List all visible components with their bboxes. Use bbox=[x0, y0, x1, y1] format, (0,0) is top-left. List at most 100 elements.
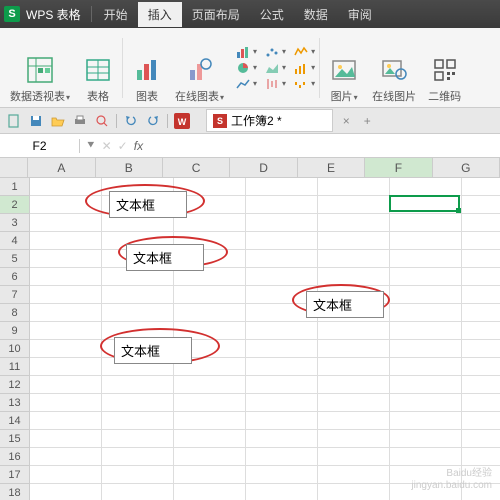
chart-button[interactable]: 图表 bbox=[127, 32, 167, 104]
cell[interactable] bbox=[318, 448, 390, 466]
cell[interactable] bbox=[462, 394, 500, 412]
cell[interactable] bbox=[102, 376, 174, 394]
menu-tab-layout[interactable]: 页面布局 bbox=[182, 2, 250, 27]
cell[interactable] bbox=[462, 268, 500, 286]
row-header[interactable]: 16 bbox=[0, 448, 30, 466]
picture-button[interactable]: 图片▾ bbox=[324, 32, 364, 104]
cell[interactable] bbox=[318, 322, 390, 340]
row-header[interactable]: 15 bbox=[0, 430, 30, 448]
add-tab-button[interactable]: + bbox=[360, 114, 375, 128]
cell[interactable] bbox=[174, 394, 246, 412]
cell[interactable] bbox=[318, 466, 390, 484]
fx-confirm-icon[interactable]: ✓ bbox=[118, 139, 128, 153]
text-box[interactable]: 文本框 bbox=[109, 191, 187, 218]
cell[interactable] bbox=[30, 448, 102, 466]
cell[interactable] bbox=[30, 430, 102, 448]
column-header[interactable]: A bbox=[28, 158, 95, 178]
wps-logo-icon[interactable]: W bbox=[174, 113, 190, 129]
cell[interactable] bbox=[462, 232, 500, 250]
cell[interactable] bbox=[246, 466, 318, 484]
cell[interactable] bbox=[246, 484, 318, 500]
row-header[interactable]: 12 bbox=[0, 376, 30, 394]
cell[interactable] bbox=[30, 466, 102, 484]
text-box[interactable]: 文本框 bbox=[306, 291, 384, 318]
cell[interactable] bbox=[318, 214, 390, 232]
cell[interactable] bbox=[318, 376, 390, 394]
new-icon[interactable] bbox=[6, 113, 22, 129]
cell[interactable] bbox=[462, 322, 500, 340]
cell[interactable] bbox=[30, 412, 102, 430]
cell[interactable] bbox=[390, 394, 462, 412]
cell[interactable] bbox=[30, 196, 102, 214]
menu-tab-formula[interactable]: 公式 bbox=[250, 2, 294, 27]
open-icon[interactable] bbox=[50, 113, 66, 129]
column-header[interactable]: E bbox=[298, 158, 365, 178]
cell[interactable] bbox=[318, 340, 390, 358]
redo-icon[interactable] bbox=[145, 113, 161, 129]
fx-label[interactable]: fx bbox=[134, 139, 143, 153]
cell[interactable] bbox=[174, 412, 246, 430]
cell[interactable] bbox=[318, 268, 390, 286]
cell[interactable] bbox=[390, 196, 462, 214]
sparkline-small[interactable]: ▾ bbox=[294, 45, 315, 59]
cell[interactable] bbox=[318, 250, 390, 268]
cell[interactable] bbox=[246, 322, 318, 340]
cell[interactable] bbox=[102, 286, 174, 304]
cell[interactable] bbox=[390, 232, 462, 250]
column-header[interactable]: F bbox=[365, 158, 432, 178]
column-header[interactable]: G bbox=[433, 158, 500, 178]
column-header[interactable]: B bbox=[96, 158, 163, 178]
cells-area[interactable]: 文本框文本框文本框文本框 bbox=[30, 178, 500, 500]
cell[interactable] bbox=[462, 376, 500, 394]
cell[interactable] bbox=[318, 358, 390, 376]
online-chart-button[interactable]: 在线图表▾ bbox=[171, 32, 228, 104]
cell[interactable] bbox=[174, 376, 246, 394]
qrcode-button[interactable]: 二维码 bbox=[424, 32, 465, 104]
cell[interactable] bbox=[390, 376, 462, 394]
cell[interactable] bbox=[246, 448, 318, 466]
cell[interactable] bbox=[102, 304, 174, 322]
cell[interactable] bbox=[174, 448, 246, 466]
cell[interactable] bbox=[246, 250, 318, 268]
name-box[interactable]: F2 bbox=[0, 139, 80, 153]
cell[interactable] bbox=[462, 430, 500, 448]
cell[interactable] bbox=[318, 178, 390, 196]
menu-tab-review[interactable]: 审阅 bbox=[338, 2, 382, 27]
cell[interactable] bbox=[30, 358, 102, 376]
cell[interactable] bbox=[30, 304, 102, 322]
cell[interactable] bbox=[246, 178, 318, 196]
row-header[interactable]: 9 bbox=[0, 322, 30, 340]
cell[interactable] bbox=[246, 214, 318, 232]
row-header[interactable]: 8 bbox=[0, 304, 30, 322]
cell[interactable] bbox=[246, 268, 318, 286]
save-icon[interactable] bbox=[28, 113, 44, 129]
column-spark-small[interactable]: ▾ bbox=[294, 61, 315, 75]
cell[interactable] bbox=[462, 196, 500, 214]
close-tab-button[interactable]: × bbox=[339, 114, 354, 128]
row-header[interactable]: 4 bbox=[0, 232, 30, 250]
cell[interactable] bbox=[30, 376, 102, 394]
cell[interactable] bbox=[318, 484, 390, 500]
select-all-corner[interactable] bbox=[0, 158, 28, 178]
cell[interactable] bbox=[30, 178, 102, 196]
cell[interactable] bbox=[462, 340, 500, 358]
row-header[interactable]: 5 bbox=[0, 250, 30, 268]
cell[interactable] bbox=[174, 484, 246, 500]
row-header[interactable]: 2 bbox=[0, 196, 30, 214]
fx-cancel-icon[interactable]: ✕ bbox=[102, 139, 112, 153]
pivot-table-button[interactable]: 数据透视表▾ bbox=[6, 32, 74, 104]
cell[interactable] bbox=[390, 412, 462, 430]
row-header[interactable]: 6 bbox=[0, 268, 30, 286]
document-tab[interactable]: S 工作簿2 * bbox=[206, 109, 333, 132]
cell[interactable] bbox=[462, 484, 500, 500]
cell[interactable] bbox=[102, 394, 174, 412]
print-icon[interactable] bbox=[72, 113, 88, 129]
column-header[interactable]: C bbox=[163, 158, 230, 178]
cell[interactable] bbox=[30, 286, 102, 304]
row-header[interactable]: 11 bbox=[0, 358, 30, 376]
cell[interactable] bbox=[462, 286, 500, 304]
cell[interactable] bbox=[390, 466, 462, 484]
cell[interactable] bbox=[318, 412, 390, 430]
cell[interactable] bbox=[390, 268, 462, 286]
row-header[interactable]: 18 bbox=[0, 484, 30, 500]
